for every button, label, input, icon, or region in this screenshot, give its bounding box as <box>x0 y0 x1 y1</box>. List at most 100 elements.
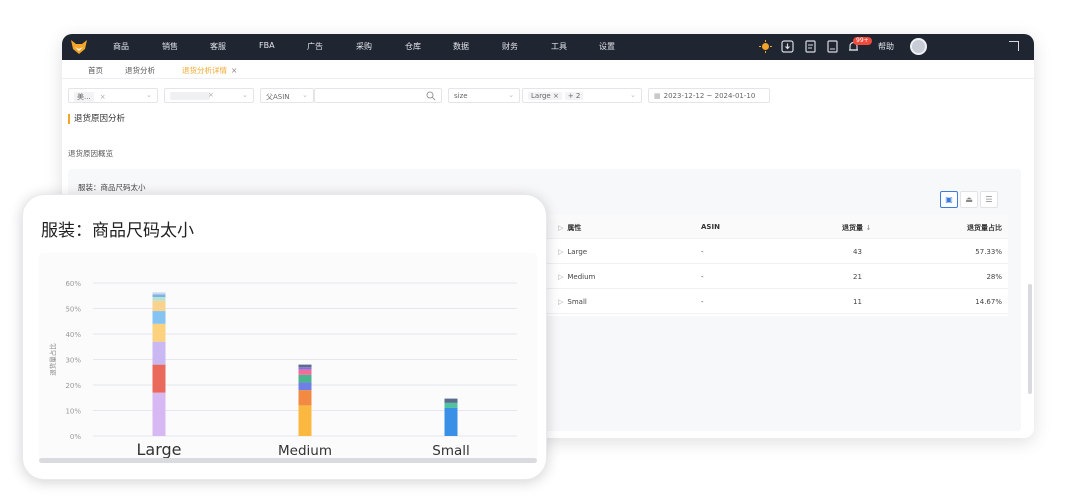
help-link[interactable]: 帮助 <box>878 41 894 52</box>
shop-select[interactable]: × ⌄ <box>164 88 254 103</box>
chart-scrollbar[interactable] <box>39 458 537 463</box>
clear-icon[interactable]: × <box>553 92 559 100</box>
chart-container: 0% 10% 20% 30% 40% 50% 60% 退货量占比 Large Medium Smal… <box>39 253 537 463</box>
page-tabs-bar: 首页 退货分析 退货分析详情 × <box>62 60 1034 79</box>
date-range-picker[interactable]: ▦ 2023-12-12 ~ 2024-01-10 <box>648 88 770 103</box>
nav-item-data[interactable]: 数据 <box>453 41 469 52</box>
row-attr: Large <box>567 248 588 256</box>
avatar[interactable] <box>910 38 927 55</box>
y-tick-label: 50% <box>65 306 81 314</box>
attribute-select[interactable]: size ⌄ <box>448 88 520 103</box>
more-chip: + 2 <box>564 92 584 100</box>
sun-icon[interactable] <box>759 40 772 53</box>
expand-caret-icon[interactable]: ▷ <box>558 273 563 281</box>
x-tick-label: Large <box>136 440 181 459</box>
return-table: ▷ 属性 ASIN 退货量 ↓ 退货量占比 ▷ Large - 43 57.33% … <box>546 215 1008 316</box>
expand-caret-icon[interactable]: ▷ <box>558 298 563 306</box>
nav-item-tools[interactable]: 工具 <box>551 41 567 52</box>
header-qty-label: 退货量 <box>842 224 863 232</box>
header-qty[interactable]: 退货量 ↓ <box>842 223 871 233</box>
x-tick-label: Medium <box>278 443 332 459</box>
clear-icon[interactable]: × <box>100 93 106 101</box>
row-ratio: 28% <box>986 273 1002 281</box>
fox-logo-icon[interactable] <box>70 39 88 55</box>
header-asin: ASIN <box>701 223 720 231</box>
redacted-chip <box>170 92 210 100</box>
bar-segment <box>152 341 166 365</box>
nav-item-purchase[interactable]: 采购 <box>356 41 372 52</box>
bar-segment <box>444 402 458 408</box>
nav-item-fba[interactable]: FBA <box>259 41 275 50</box>
clipboard-icon[interactable] <box>826 40 839 53</box>
table-row[interactable]: ▷ Medium - 21 28% <box>546 265 1008 289</box>
tab-return-analysis[interactable]: 退货分析 <box>125 65 155 76</box>
chevron-down-icon: ⌄ <box>302 91 308 99</box>
bar-segment <box>444 407 458 436</box>
row-asin: - <box>701 248 704 256</box>
top-navigation-bar: 商品 销售 客服 FBA 广告 采购 仓库 数据 财务 工具 设置 99+ 帮助 <box>62 34 1034 60</box>
attribute-value: size <box>454 92 468 100</box>
clear-icon[interactable]: × <box>208 91 214 99</box>
row-attr: Small <box>567 298 587 306</box>
bar-segment <box>298 367 312 370</box>
size-values-select[interactable]: Large × + 2 ⌄ <box>522 88 642 103</box>
row-qty: 21 <box>853 273 862 281</box>
row-qty: 11 <box>853 298 862 306</box>
row-asin: - <box>701 298 704 306</box>
bar-segment <box>298 390 312 406</box>
chart-view-icon[interactable]: ⏏ <box>960 191 978 208</box>
store-chip: 美... <box>74 92 94 102</box>
x-tick-label: Small <box>432 443 470 459</box>
row-asin: - <box>701 273 704 281</box>
bar-segment <box>152 323 166 342</box>
nav-item-finance[interactable]: 财务 <box>502 41 518 52</box>
nav-item-settings[interactable]: 设置 <box>599 41 615 52</box>
bar-segment <box>152 311 166 324</box>
sort-icon[interactable]: ↓ <box>865 224 871 232</box>
bar-segment <box>152 297 166 301</box>
bar-segment <box>444 398 458 403</box>
filter-bar: 美... × ⌄ × ⌄ 父ASIN ⌄ size ⌄ Large × + 2 ⌄ … <box>62 79 1034 111</box>
bar-segment <box>298 364 312 368</box>
card-title: 服装：商品尺码太小 <box>41 221 194 241</box>
y-tick-label: 30% <box>65 357 81 365</box>
list-view-icon[interactable]: ☰ <box>980 191 998 208</box>
nav-item-warehouse[interactable]: 仓库 <box>405 41 421 52</box>
section-subtitle: 退货原因概览 <box>68 149 113 158</box>
search-icon[interactable] <box>426 91 436 101</box>
caret-icon: ▷ <box>558 224 564 232</box>
tab-close-icon[interactable]: × <box>231 66 237 75</box>
bar-segment <box>298 382 312 391</box>
header-attr[interactable]: ▷ 属性 <box>558 223 581 233</box>
tab-home[interactable]: 首页 <box>88 65 103 76</box>
date-range-value: 2023-12-12 ~ 2024-01-10 <box>663 92 756 100</box>
table-row[interactable]: ▷ Small - 11 14.67% <box>546 290 1008 314</box>
asin-type-select[interactable]: 父ASIN ⌄ <box>260 88 314 103</box>
store-select[interactable]: 美... × ⌄ <box>68 88 158 103</box>
chevron-down-icon: ⌄ <box>146 91 152 99</box>
document-icon[interactable] <box>804 40 817 53</box>
tab-return-analysis-detail[interactable]: 退货分析详情 × <box>182 65 237 76</box>
nav-item-sales[interactable]: 销售 <box>162 41 178 52</box>
tab-label: 退货分析详情 <box>182 66 227 75</box>
asin-search-input[interactable] <box>314 88 442 103</box>
zoom-card: 服装：商品尺码太小 0% 10% 20% 30% 40% 50% 60% 退货量占比 Large… <box>22 194 547 480</box>
table-view-icon[interactable]: ▣ <box>940 191 958 208</box>
y-tick-label: 10% <box>65 408 81 416</box>
y-tick-label: 20% <box>65 382 81 390</box>
row-qty: 43 <box>853 248 862 256</box>
chevron-down-icon: ⌄ <box>242 91 248 99</box>
nav-item-ads[interactable]: 广告 <box>307 41 323 52</box>
scrollbar[interactable] <box>1028 284 1032 394</box>
table-row[interactable]: ▷ Large - 43 57.33% <box>546 240 1008 264</box>
nav-item-customer-service[interactable]: 客服 <box>210 41 226 52</box>
expand-caret-icon[interactable]: ▷ <box>558 248 563 256</box>
size-chip-label: Large <box>531 92 551 100</box>
notification-badge: 99+ <box>853 37 872 45</box>
nav-item-products[interactable]: 商品 <box>113 41 129 52</box>
download-icon[interactable] <box>781 40 794 53</box>
bar-segment <box>152 294 166 298</box>
bar-segment <box>152 292 166 295</box>
y-tick-label: 60% <box>65 280 81 288</box>
expand-icon[interactable] <box>1009 41 1019 51</box>
